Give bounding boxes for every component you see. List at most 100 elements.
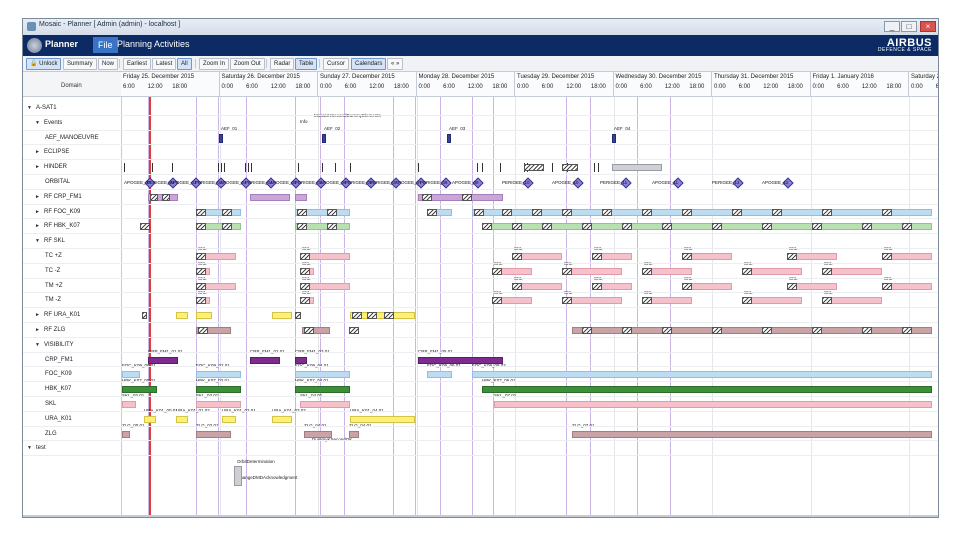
rf-skl-hatch[interactable] [300, 282, 310, 290]
row-tc-z[interactable]: TC -Z [23, 264, 121, 279]
hinder-marker[interactable] [500, 163, 501, 173]
rf-ura-hatch[interactable] [295, 312, 301, 320]
vis-ura[interactable] [222, 415, 236, 423]
row-crp-fm1[interactable]: CRP_FM1 [23, 353, 121, 368]
rf-hbk-hatch[interactable] [902, 223, 912, 231]
rf-hbk-hatch[interactable] [862, 223, 872, 231]
rf-hbk-hatch[interactable] [297, 223, 307, 231]
vis-hbk[interactable] [482, 386, 932, 394]
vis-ura[interactable] [176, 415, 188, 423]
rf-foc-hatch[interactable] [682, 208, 692, 216]
rf-zlg-hatch[interactable] [349, 327, 359, 334]
rf-foc-hatch[interactable] [642, 208, 652, 216]
rf-crp-hatch[interactable] [162, 193, 170, 201]
row-eclipse[interactable]: ► ECLIPSE [23, 145, 121, 160]
rf-skl-hatch[interactable] [300, 253, 310, 260]
rf-skl-hatch[interactable] [300, 297, 310, 305]
rf-zlg-hatch[interactable] [712, 327, 722, 334]
vis-zlg[interactable] [196, 430, 231, 438]
rf-foc-hatch[interactable] [196, 208, 206, 216]
rf-skl-hatch[interactable] [492, 297, 502, 305]
rf-foc-hatch[interactable] [222, 208, 232, 216]
vis-zlg[interactable] [572, 430, 932, 438]
rf-skl-hatch[interactable] [682, 253, 692, 260]
row-foc-k09[interactable]: FOC_K09 [23, 367, 121, 382]
rf-hbk-hatch[interactable] [512, 223, 522, 231]
row-tm-z[interactable]: TM -Z [23, 293, 121, 308]
row-orbital[interactable]: ORBITAL [23, 175, 121, 190]
rf-zlg-hatch[interactable] [582, 327, 592, 334]
rf-zlg-hatch[interactable] [662, 327, 672, 334]
rf-skl-hatch[interactable] [492, 267, 502, 275]
expand-arrow-icon[interactable]: ► [35, 205, 40, 220]
timeline-header[interactable]: Friday 25. December 2015 6:00 12:00 18:00 Sa… [121, 72, 938, 97]
rf-skl-hatch[interactable] [882, 282, 892, 290]
hinder-marker[interactable] [477, 163, 478, 173]
hinder-marker[interactable] [335, 163, 336, 173]
more-button[interactable]: « » [387, 58, 404, 70]
rf-skl-hatch[interactable] [642, 297, 652, 305]
rf-zlg-hatch[interactable] [622, 327, 632, 334]
row-events[interactable]: ▼ Events [23, 116, 121, 131]
rf-skl-hatch[interactable] [787, 253, 797, 260]
rf-foc-hatch[interactable] [297, 208, 307, 216]
hinder-marker[interactable] [350, 163, 351, 173]
rf-foc-hatch[interactable] [532, 208, 542, 216]
summary-button[interactable]: Summary [63, 58, 97, 70]
rf-hbk-hatch[interactable] [222, 223, 232, 231]
rf-crp-hatch[interactable] [422, 193, 432, 201]
rf-hbk-hatch[interactable] [542, 223, 552, 231]
row-a-sat1[interactable]: ▼ A-SAT1 [23, 101, 121, 116]
maximize-button[interactable]: □ [901, 21, 917, 32]
hinder-marker[interactable] [224, 163, 225, 173]
rf-ura-bar[interactable] [272, 312, 292, 320]
rf-ura-bar[interactable] [176, 312, 188, 320]
rf-crp-hatch[interactable] [150, 193, 158, 201]
unlock-button[interactable]: 🔓 Unlock [26, 58, 62, 70]
aef-manoeuvre-marker[interactable] [322, 133, 326, 143]
rf-zlg-hatch[interactable] [902, 327, 912, 334]
close-button[interactable]: × [920, 21, 936, 32]
hinder-marker[interactable] [552, 163, 553, 173]
rf-zlg-hatch[interactable] [198, 327, 208, 334]
rf-skl-hatch[interactable] [562, 267, 572, 275]
expand-arrow-icon[interactable]: ► [35, 160, 40, 175]
minimize-button[interactable]: _ [884, 21, 900, 32]
hinder-marker[interactable] [482, 163, 483, 173]
rf-skl-hatch[interactable] [196, 297, 206, 305]
hinder-marker[interactable] [322, 163, 323, 173]
menu-planning[interactable]: Planning [117, 39, 152, 49]
row-tc-z[interactable]: TC +Z [23, 249, 121, 264]
zoom-in-button[interactable]: Zoom In [199, 58, 230, 70]
rf-ura-hatch[interactable] [367, 312, 377, 320]
rf-hbk-hatch[interactable] [622, 223, 632, 231]
row-ura-k01[interactable]: URA_K01 [23, 412, 121, 427]
row-tm-z[interactable]: TM +Z [23, 279, 121, 294]
rf-hbk-hatch[interactable] [712, 223, 722, 231]
radar-button[interactable]: Radar [270, 58, 295, 70]
row-visibility[interactable]: ▼ VISIBILITY [23, 338, 121, 353]
vis-skl[interactable] [494, 401, 932, 408]
expand-arrow-icon[interactable]: ▼ [27, 101, 32, 116]
hinder-marker[interactable] [598, 163, 599, 173]
vis-crp[interactable] [250, 356, 280, 364]
rf-foc-hatch[interactable] [427, 208, 437, 216]
rf-skl-hatch[interactable] [592, 282, 602, 290]
rf-hbk-hatch[interactable] [662, 223, 672, 231]
expand-arrow-icon[interactable]: ► [35, 145, 40, 160]
rf-crp-bar[interactable] [250, 193, 290, 201]
rf-zlg-hatch[interactable] [812, 327, 822, 334]
hinder-marker[interactable] [172, 163, 173, 173]
rf-skl-hatch[interactable] [300, 267, 310, 275]
rf-skl-hatch[interactable] [512, 282, 522, 290]
row-skl[interactable]: SKL [23, 397, 121, 412]
rf-skl-hatch[interactable] [787, 282, 797, 290]
rf-hbk-hatch[interactable] [482, 223, 492, 231]
rf-crp-bar[interactable] [295, 193, 307, 201]
vis-foc[interactable] [427, 371, 452, 379]
menu-file[interactable]: File [93, 37, 118, 53]
row-rf-ura-k01[interactable]: ► RF URA_K01 [23, 308, 121, 323]
rf-ura-hatch[interactable] [142, 312, 147, 320]
rf-skl-hatch[interactable] [512, 253, 522, 260]
now-button[interactable]: Now [98, 58, 119, 70]
